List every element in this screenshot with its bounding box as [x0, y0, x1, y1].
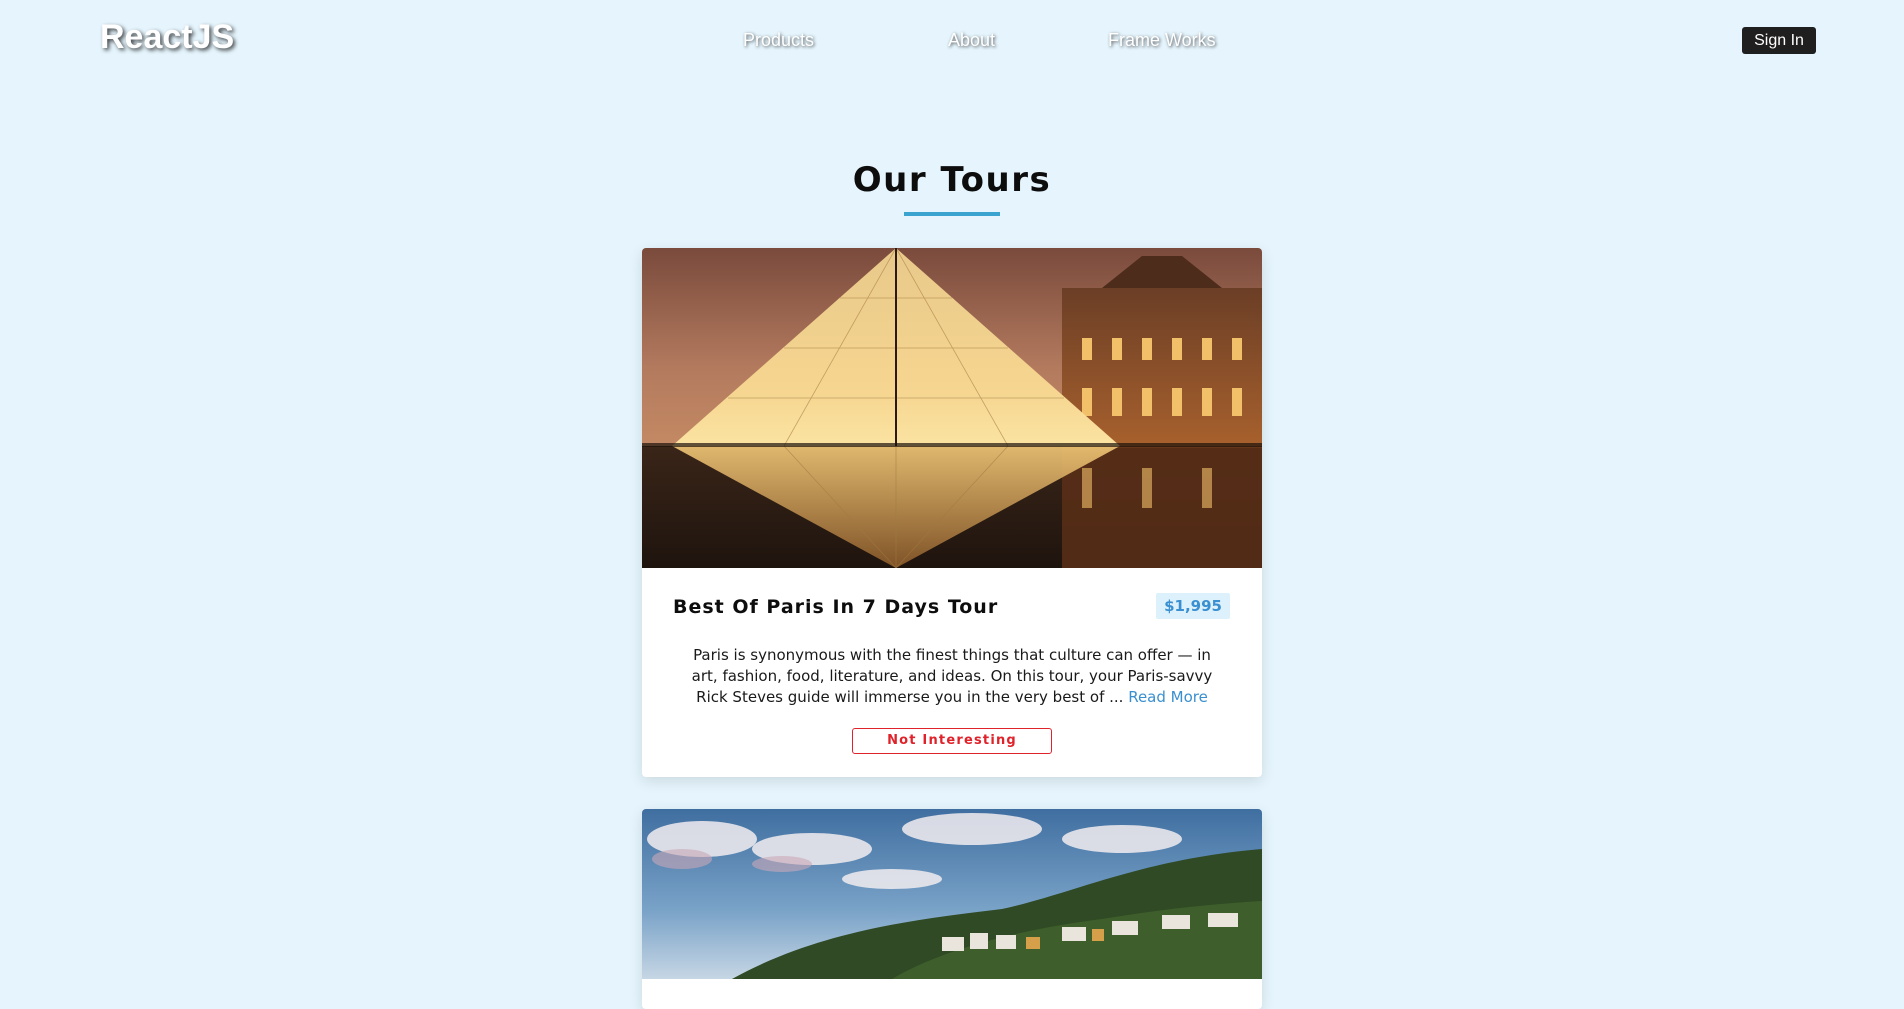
sign-in-button[interactable]: Sign In	[1742, 27, 1816, 54]
logo[interactable]: ReactJS	[100, 18, 234, 57]
tour-image-hills	[642, 809, 1262, 979]
title-underline	[904, 212, 1000, 216]
nav-link-about[interactable]: About	[948, 30, 995, 51]
tour-price-badge: $1,995	[1156, 593, 1230, 619]
tour-card	[642, 809, 1262, 1009]
not-interesting-button[interactable]: Not Interesting	[852, 728, 1052, 754]
read-more-link[interactable]: Read More	[1128, 688, 1208, 706]
tour-image-paris	[642, 248, 1262, 568]
tour-name: Best Of Paris In 7 Days Tour	[673, 596, 999, 618]
section-title: Our Tours	[852, 160, 1052, 200]
nav-link-products[interactable]: Products	[743, 30, 814, 51]
tour-description: Paris is synonymous with the finest thin…	[680, 645, 1224, 708]
louvre-building	[1062, 256, 1262, 568]
navbar: ReactJS Products About Frame Works Sign …	[0, 0, 1904, 80]
tour-card: Best Of Paris In 7 Days Tour $1,995 Pari…	[642, 248, 1262, 777]
nav-link-frameworks[interactable]: Frame Works	[1108, 30, 1216, 51]
